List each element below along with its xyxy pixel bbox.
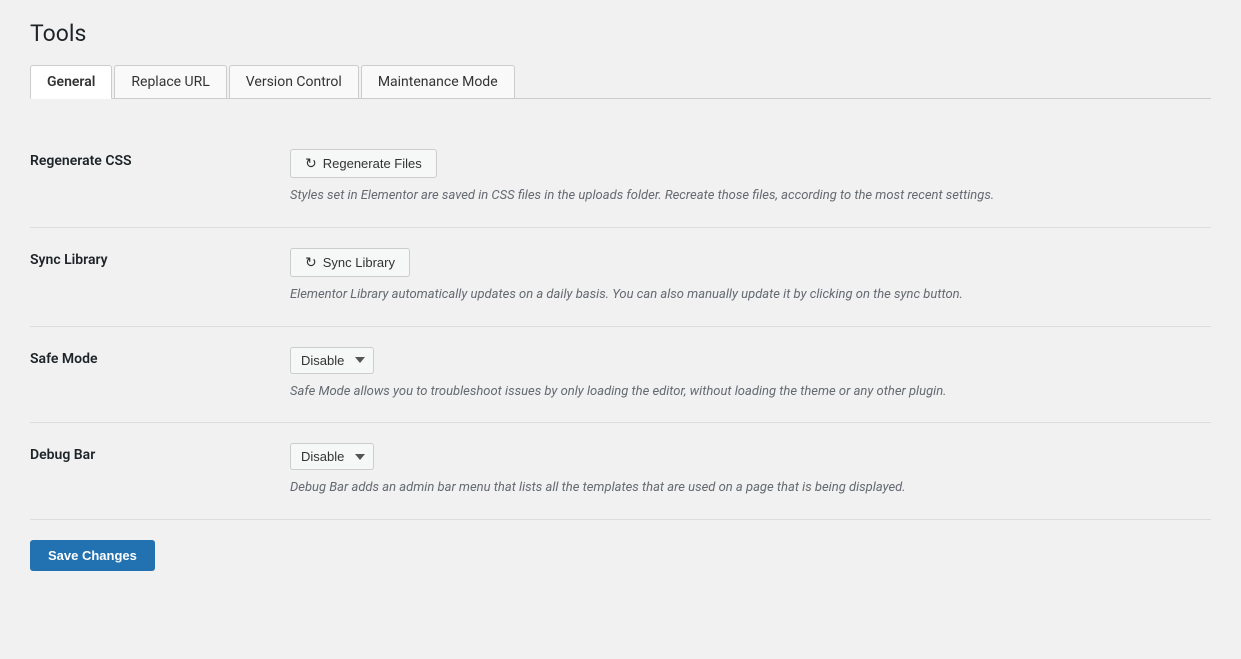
tab-maintenance-mode[interactable]: Maintenance Mode bbox=[361, 65, 515, 98]
control-safe-mode: Disable Enable Safe Mode allows you to t… bbox=[290, 347, 1211, 403]
label-sync-library: Sync Library bbox=[30, 248, 290, 268]
safe-mode-select-wrapper: Disable Enable bbox=[290, 347, 374, 374]
help-text-sync-library: Elementor Library automatically updates … bbox=[290, 285, 1190, 306]
sync-library-label: Sync Library bbox=[323, 255, 395, 270]
page-title: Tools bbox=[30, 20, 1211, 47]
safe-mode-select[interactable]: Disable Enable bbox=[290, 347, 374, 374]
sync-icon-library: ↻ bbox=[305, 254, 317, 271]
settings-row-safe-mode: Safe Mode Disable Enable Safe Mode allow… bbox=[30, 327, 1211, 423]
help-text-safe-mode: Safe Mode allows you to troubleshoot iss… bbox=[290, 382, 1190, 403]
control-debug-bar: Disable Enable Debug Bar adds an admin b… bbox=[290, 443, 1211, 499]
label-regenerate-css: Regenerate CSS bbox=[30, 149, 290, 169]
sync-library-button[interactable]: ↻ Sync Library bbox=[290, 248, 410, 277]
help-text-debug-bar: Debug Bar adds an admin bar menu that li… bbox=[290, 478, 1190, 499]
tabs-navigation: General Replace URL Version Control Main… bbox=[30, 65, 1211, 99]
settings-row-sync-library: Sync Library ↻ Sync Library Elementor Li… bbox=[30, 228, 1211, 326]
debug-bar-select-wrapper: Disable Enable bbox=[290, 443, 374, 470]
content-area: Regenerate CSS ↻ Regenerate Files Styles… bbox=[30, 99, 1211, 601]
sync-icon-regenerate: ↻ bbox=[305, 155, 317, 172]
regenerate-files-button[interactable]: ↻ Regenerate Files bbox=[290, 149, 437, 178]
label-safe-mode: Safe Mode bbox=[30, 347, 290, 367]
control-regenerate-css: ↻ Regenerate Files Styles set in Element… bbox=[290, 149, 1211, 207]
save-changes-button[interactable]: Save Changes bbox=[30, 540, 155, 571]
settings-row-regenerate-css: Regenerate CSS ↻ Regenerate Files Styles… bbox=[30, 129, 1211, 227]
tab-replace-url[interactable]: Replace URL bbox=[114, 65, 226, 98]
help-text-regenerate-css: Styles set in Elementor are saved in CSS… bbox=[290, 186, 1190, 207]
tab-general[interactable]: General bbox=[30, 65, 112, 99]
label-debug-bar: Debug Bar bbox=[30, 443, 290, 463]
regenerate-files-label: Regenerate Files bbox=[323, 156, 422, 171]
debug-bar-select[interactable]: Disable Enable bbox=[290, 443, 374, 470]
settings-row-debug-bar: Debug Bar Disable Enable Debug Bar adds … bbox=[30, 423, 1211, 519]
control-sync-library: ↻ Sync Library Elementor Library automat… bbox=[290, 248, 1211, 306]
tab-version-control[interactable]: Version Control bbox=[229, 65, 359, 98]
